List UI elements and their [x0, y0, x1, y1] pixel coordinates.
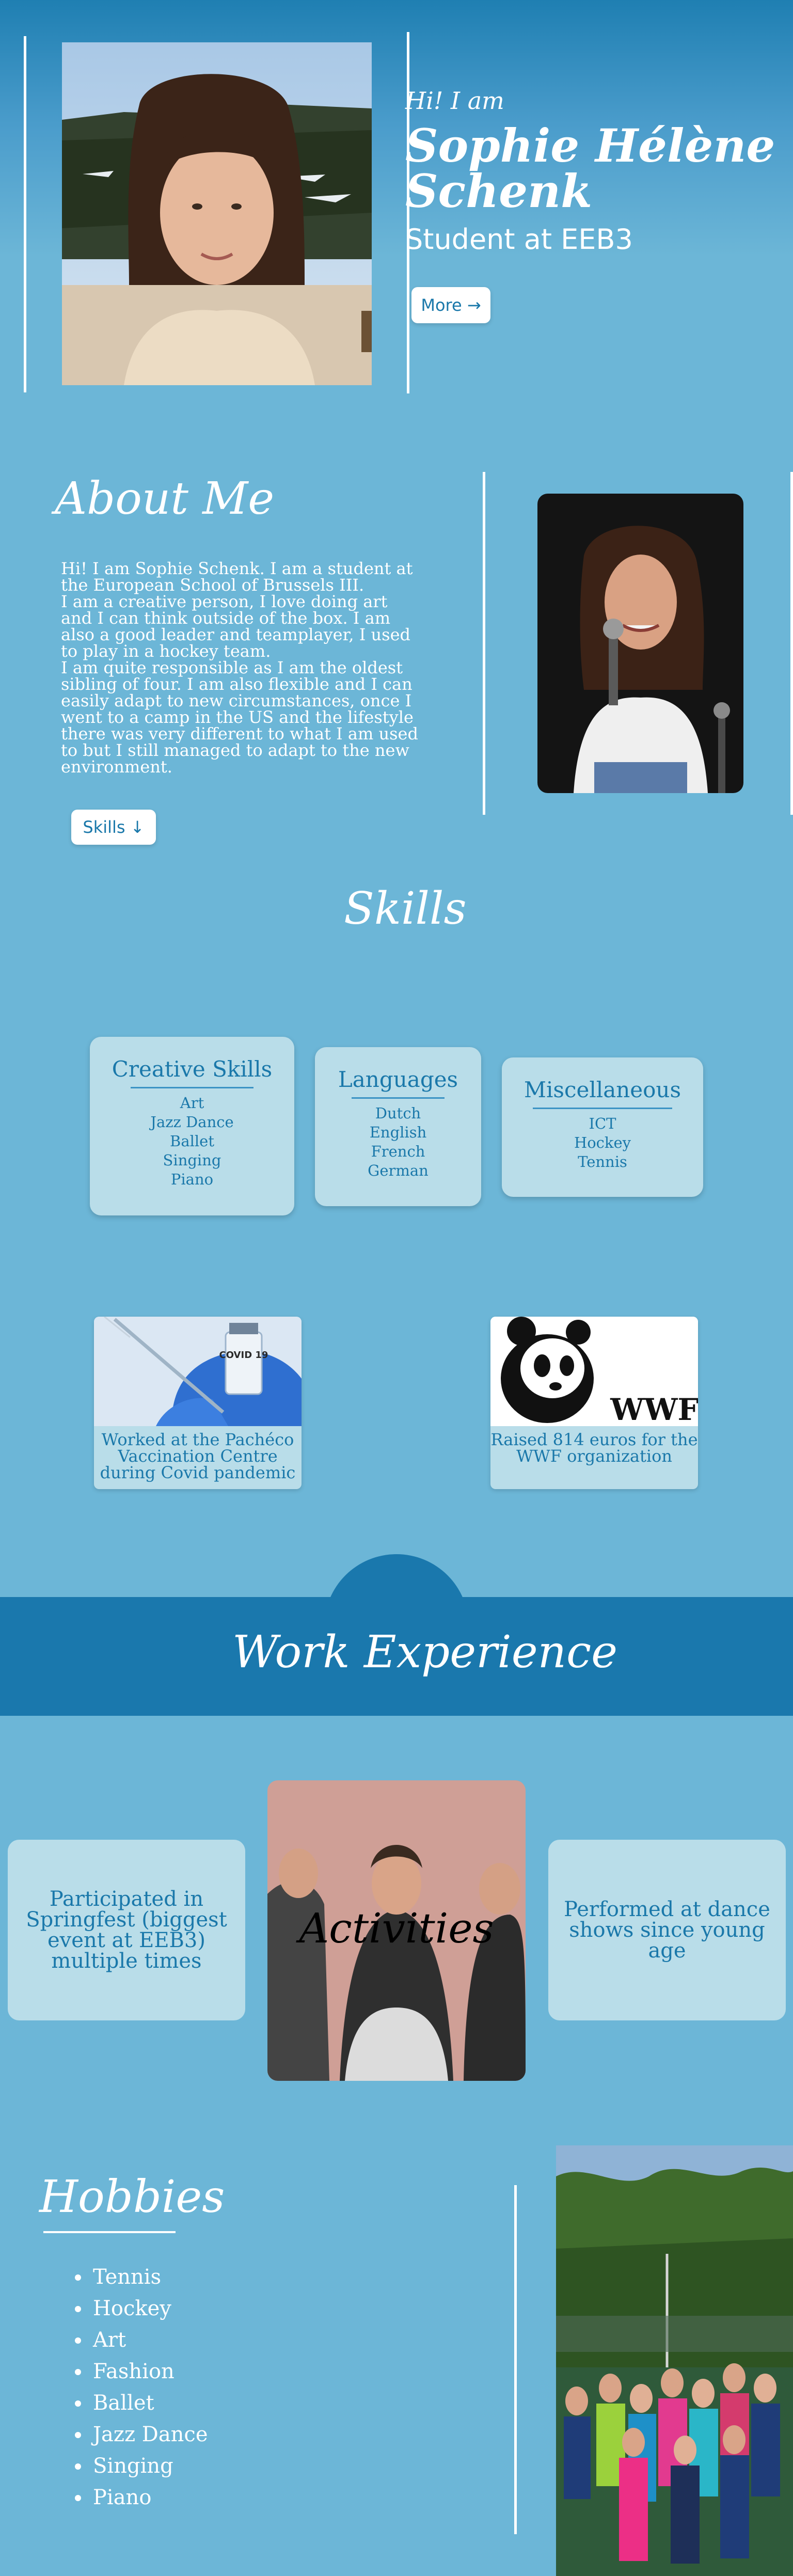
hobby-item: Art: [91, 2325, 208, 2356]
hobbies-title-underline: [43, 2231, 176, 2233]
profile-photo: [62, 42, 372, 385]
skill-item: French: [371, 1143, 425, 1160]
activities-photo: Activities: [267, 1780, 526, 2081]
about-paragraph: I am quite responsible as I am the oldes…: [61, 658, 418, 777]
hobby-item: Piano: [91, 2482, 208, 2514]
about-paragraph: Hi! I am Sophie Schenk. I am a student a…: [61, 559, 413, 595]
skill-item: ICT: [589, 1115, 616, 1132]
skill-item: Singing: [163, 1151, 221, 1169]
skill-card-miscellaneous: Miscellaneous ICT Hockey Tennis: [502, 1057, 703, 1197]
greeting-text: Hi! I am: [405, 87, 504, 115]
hobbies-list: Tennis Hockey Art Fashion Ballet Jazz Da…: [67, 2262, 208, 2514]
skill-item: Hockey: [574, 1134, 631, 1151]
covid-vial-label: COVID 19: [219, 1350, 268, 1361]
card-divider: [533, 1108, 672, 1109]
card-divider: [131, 1087, 253, 1088]
about-text: Hi! I am Sophie Schenk. I am a student a…: [61, 560, 422, 775]
hero-left-divider: [24, 36, 26, 392]
skill-item: English: [369, 1124, 427, 1141]
skill-card-languages: Languages Dutch English French German: [315, 1047, 481, 1206]
achievement-caption: Worked at the Pachéco Vaccination Centre…: [100, 1430, 296, 1482]
experience-card-dance-shows: Performed at dance shows since young age: [548, 1840, 786, 2020]
hero-role: Student at EEB3: [405, 223, 633, 256]
skill-item: Dutch: [375, 1104, 421, 1122]
achievement-card-vaccination: COVID 19 Worked at the Pachéco Vaccinati…: [94, 1317, 302, 1489]
more-button[interactable]: More →: [411, 287, 490, 323]
hobbies-divider: [514, 2185, 517, 2534]
about-divider: [483, 472, 485, 815]
hobby-item: Ballet: [91, 2388, 208, 2419]
achievement-card-wwf: WWF Raised 814 euros for the WWF organiz…: [490, 1317, 698, 1489]
skill-item: Tennis: [578, 1153, 627, 1171]
hero-name: Sophie Hélène Schenk: [405, 119, 775, 218]
skill-item: Piano: [170, 1171, 214, 1188]
skills-title: Skills: [344, 883, 467, 935]
hockey-team-photo: [556, 2145, 793, 2576]
skill-item: Jazz Dance: [150, 1113, 234, 1131]
experience-card-springfest: Participated in Springfest (biggest even…: [8, 1840, 245, 2020]
skill-card-title: Languages: [338, 1067, 458, 1092]
card-divider: [352, 1097, 445, 1099]
skill-item: Art: [180, 1094, 204, 1112]
skill-card-title: Creative Skills: [112, 1056, 273, 1082]
work-experience-title: Work Experience: [232, 1626, 618, 1678]
hobbies-title: Hobbies: [39, 2171, 225, 2223]
about-right-divider: [790, 472, 793, 815]
singing-photo: [537, 494, 743, 793]
hobby-item: Fashion: [91, 2356, 208, 2388]
skill-card-creative: Creative Skills Art Jazz Dance Ballet Si…: [90, 1037, 294, 1215]
activities-label: Activities: [299, 1904, 494, 1952]
hobby-item: Hockey: [91, 2293, 208, 2325]
skills-button[interactable]: Skills ↓: [71, 810, 156, 845]
wwf-panda-logo: WWF: [490, 1317, 698, 1426]
skill-item: German: [368, 1162, 429, 1179]
about-paragraph: I am a creative person, I love doing art…: [61, 592, 410, 661]
covid-vaccine-image: COVID 19: [94, 1317, 302, 1426]
wwf-logo-text: WWF: [610, 1392, 698, 1426]
about-title: About Me: [55, 473, 275, 525]
hobby-item: Jazz Dance: [91, 2419, 208, 2451]
hobby-item: Tennis: [91, 2262, 208, 2293]
skill-item: Ballet: [170, 1132, 214, 1150]
achievement-caption: Raised 814 euros for the WWF organizatio…: [490, 1430, 698, 1466]
hobby-item: Singing: [91, 2451, 208, 2482]
skill-card-title: Miscellaneous: [524, 1077, 681, 1102]
